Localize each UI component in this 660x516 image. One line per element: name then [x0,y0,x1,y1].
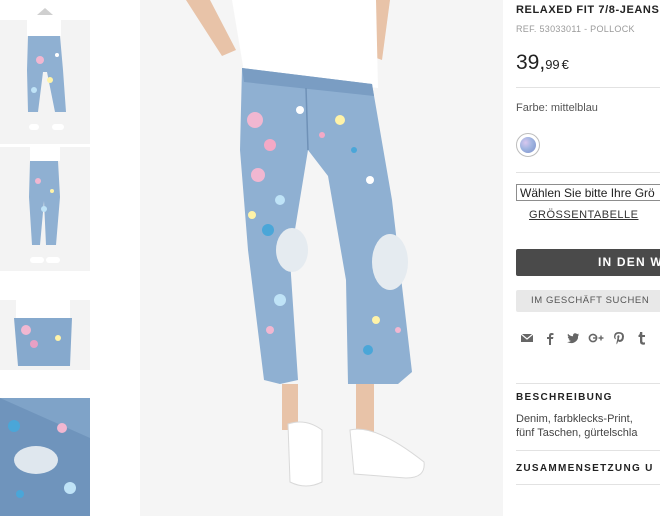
mail-icon[interactable] [519,331,535,347]
description-text: fünf Taschen, gürtelschla [516,427,638,439]
thumbnail-scroll-up-icon[interactable] [37,8,53,15]
google-plus-icon[interactable] [588,331,604,347]
product-info-panel: RELAXED FIT 7/8-JEANS REF. 53033011 - PO… [516,0,660,516]
thumbnail-strip [0,0,92,516]
thumbnail-side[interactable] [0,147,90,271]
find-in-store-button[interactable]: IM GESCHÄFT SUCHEN [516,290,660,312]
product-price: 39,99 € [516,51,569,75]
main-product-image[interactable] [140,0,503,516]
color-swatch-fill [520,137,536,153]
product-reference: REF. 53033011 - POLLOCK [516,24,635,34]
color-swatch-mittelblau[interactable] [516,133,540,157]
pinterest-icon[interactable] [611,331,627,347]
thumbnail-front-full[interactable] [0,20,90,144]
composition-heading[interactable]: ZUSAMMENSETZUNG U [516,463,654,474]
price-currency: € [561,57,569,72]
divider [516,172,660,173]
divider [516,450,660,451]
size-select[interactable]: Wählen Sie bitte Ihre Grö [516,184,660,201]
facebook-icon[interactable] [542,331,558,347]
add-to-cart-label: IN DEN W [598,255,660,269]
add-to-cart-button[interactable]: IN DEN W [516,249,660,276]
product-title: RELAXED FIT 7/8-JEANS [516,4,660,16]
find-in-store-label: IM GESCHÄFT SUCHEN [531,295,650,306]
thumbnail-detail[interactable] [0,398,90,516]
share-icons [519,330,657,346]
tumblr-icon[interactable] [634,331,650,347]
description-heading[interactable]: BESCHREIBUNG [516,392,613,403]
description-text: Denim, farbklecks-Print, [516,413,633,425]
divider [516,383,660,384]
twitter-icon[interactable] [565,331,581,347]
divider [516,87,660,88]
size-table-link[interactable]: GRÖSSENTABELLE [529,209,639,221]
color-label: Farbe: mittelblau [516,102,598,114]
divider [516,484,660,485]
price-decimal: 99 [545,57,560,72]
price-integer: 39, [516,51,546,74]
thumbnail-back[interactable] [0,300,90,370]
